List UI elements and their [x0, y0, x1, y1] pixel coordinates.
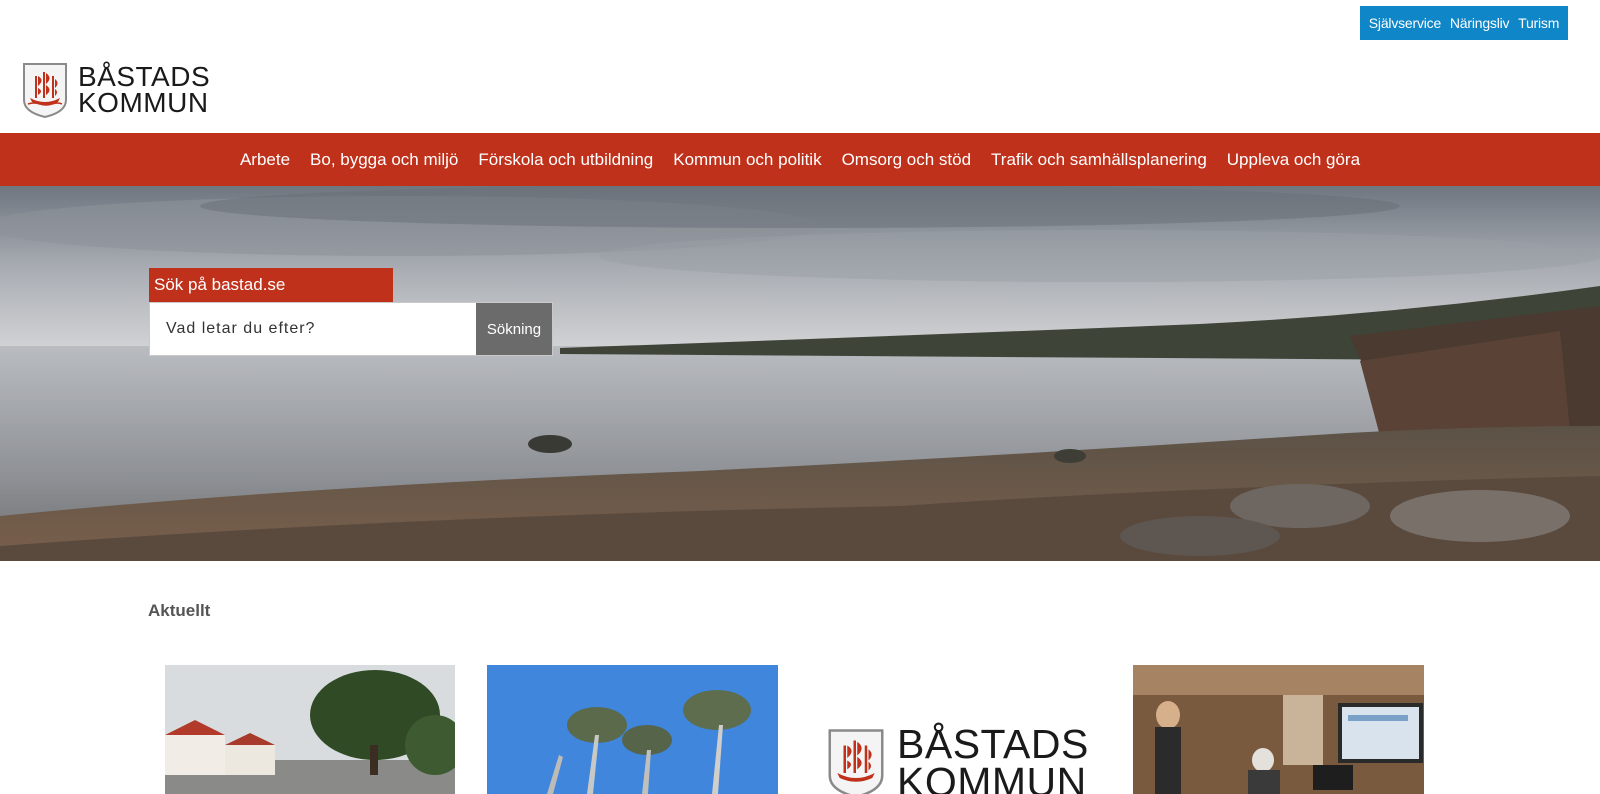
news-section-title: Aktuellt — [148, 601, 211, 620]
link-turism[interactable]: Turism — [1518, 15, 1559, 31]
nav-uppleva-gora[interactable]: Uppleva och göra — [1227, 150, 1360, 170]
search-box: Sökning — [149, 302, 553, 356]
coat-of-arms-icon — [23, 63, 67, 118]
nav-bo-bygga-miljo[interactable]: Bo, bygga och miljö — [310, 150, 458, 170]
news-card-3[interactable]: BÅSTADS KOMMUN — [810, 665, 1102, 794]
coat-of-arms-icon — [828, 729, 884, 794]
search-input[interactable] — [150, 303, 476, 355]
nav-omsorg-stod[interactable]: Omsorg och stöd — [842, 150, 971, 170]
nav-trafik-samhallsplanering[interactable]: Trafik och samhällsplanering — [991, 150, 1207, 170]
link-sjalvservice[interactable]: Självservice — [1369, 15, 1441, 31]
link-naringsliv[interactable]: Näringsliv — [1450, 15, 1510, 31]
main-nav: Arbete Bo, bygga och miljö Förskola och … — [0, 133, 1600, 186]
utility-links: Självservice Näringsliv Turism — [1360, 6, 1568, 40]
news-card-4[interactable] — [1133, 665, 1424, 794]
news-image-street — [165, 665, 455, 794]
search-label: Sök på bastad.se — [149, 268, 393, 302]
nav-arbete[interactable]: Arbete — [240, 150, 290, 170]
nav-kommun-politik[interactable]: Kommun och politik — [673, 150, 821, 170]
hero-image — [0, 186, 1600, 561]
card-logo: BÅSTADS KOMMUN — [825, 721, 1089, 794]
card-logo-text: BÅSTADS KOMMUN — [897, 721, 1089, 794]
news-card-1[interactable] — [165, 665, 455, 794]
nav-forskola-utbildning[interactable]: Förskola och utbildning — [478, 150, 653, 170]
logo-text: BÅSTADS KOMMUN — [78, 61, 211, 118]
news-image-pines — [487, 665, 778, 794]
news-image-meeting — [1133, 665, 1424, 794]
news-card-2[interactable] — [487, 665, 778, 794]
site-logo[interactable]: BÅSTADS KOMMUN — [22, 62, 210, 118]
search-button[interactable]: Sökning — [476, 303, 552, 355]
